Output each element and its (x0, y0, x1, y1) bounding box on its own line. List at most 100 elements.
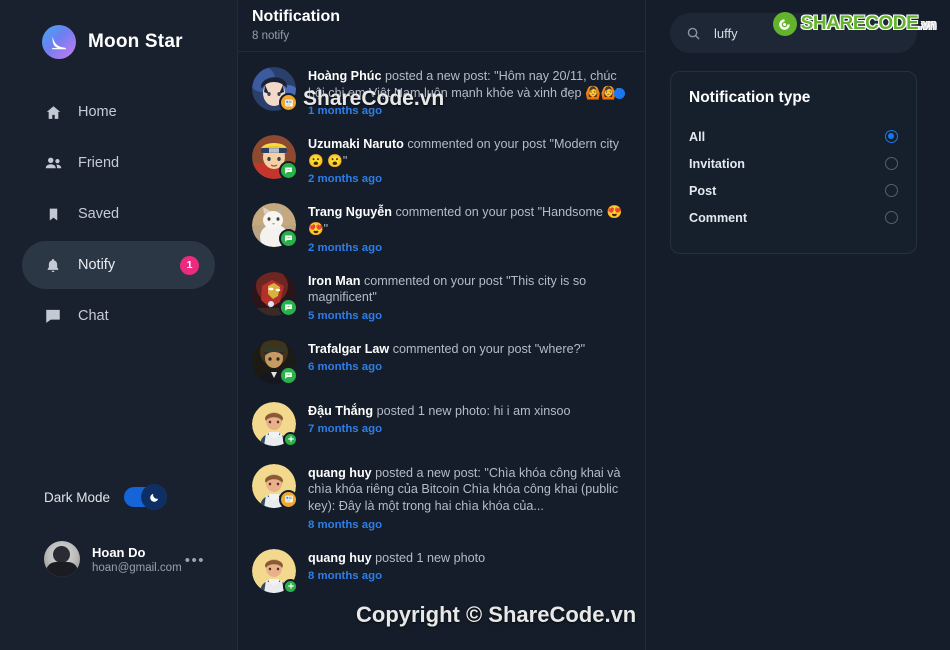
notification-time: 2 months ago (308, 173, 383, 186)
photo-badge-icon (283, 431, 298, 447)
notifications-header: Notification 8 notify (238, 0, 645, 52)
sidebar-item-saved[interactable]: Saved (22, 190, 215, 238)
notification-item[interactable]: Trafalgar Law commented on your post "wh… (238, 331, 645, 393)
notification-type-label: Post (689, 183, 717, 198)
bookmark-icon (42, 203, 64, 225)
avatar-wrap (252, 548, 298, 594)
notification-action: commented on your post "where?" (389, 341, 586, 356)
notification-item[interactable]: quang huy posted 1 new photo 8 months ago (238, 540, 645, 602)
notification-type-option[interactable]: Comment (689, 204, 898, 231)
notification-item[interactable]: Uzumaki Naruto commented on your post "M… (238, 126, 645, 194)
brand-title: Moon Star (88, 31, 183, 52)
post-badge-icon (279, 93, 298, 112)
notification-body: quang huy posted a new post: "Chìa khóa … (308, 464, 633, 531)
notification-time: 7 months ago (308, 423, 383, 436)
sidebar-item-label: Saved (78, 206, 120, 222)
sidebar-item-label: Friend (78, 155, 120, 171)
profile-name: Hoan Do (92, 544, 146, 560)
notification-body: quang huy posted 1 new photo 8 months ago (308, 549, 633, 583)
notification-type-option[interactable]: All (689, 123, 898, 150)
sidebar-item-friend[interactable]: Friend (22, 139, 215, 187)
page-title: Notification (252, 8, 340, 25)
notification-type-options: All Invitation Post Comment (689, 123, 898, 231)
notification-list[interactable]: Hoàng Phúc posted a new post: "Hôm nay 2… (238, 52, 645, 650)
notification-item[interactable]: quang huy posted a new post: "Chìa khóa … (238, 455, 645, 540)
notification-text: quang huy posted a new post: "Chìa khóa … (308, 465, 633, 515)
dark-mode-label: Dark Mode (44, 489, 111, 505)
avatar-wrap (252, 203, 298, 249)
notification-item[interactable]: Iron Man commented on your post "This ci… (238, 263, 645, 331)
notification-user: quang huy (308, 550, 372, 565)
notification-body: Hoàng Phúc posted a new post: "Hôm nay 2… (308, 67, 633, 117)
radio-button[interactable] (885, 130, 898, 143)
comment-badge-icon (279, 161, 298, 181)
photo-badge-icon (283, 578, 298, 594)
sidebar-item-home[interactable]: Home (22, 88, 215, 136)
notification-action: posted 1 new photo: hi i am xinsoo (373, 403, 571, 418)
dark-mode-row: Dark Mode (0, 480, 237, 514)
profile-email: hoan@gmail.com (92, 561, 182, 574)
notification-item[interactable]: Hoàng Phúc posted a new post: "Hôm nay 2… (238, 58, 645, 126)
sidebar-item-label: Chat (78, 308, 109, 324)
notification-body: Trang Nguyễn commented on your post "Han… (308, 203, 633, 253)
unread-dot (614, 88, 625, 99)
notification-time: 6 months ago (308, 361, 383, 374)
moon-icon (142, 485, 167, 509)
notification-text: Uzumaki Naruto commented on your post "M… (308, 136, 633, 169)
notification-type-label: Comment (689, 210, 748, 225)
notification-type-label: Invitation (689, 156, 745, 171)
sidebar: Moon Star Home Friend Saved Notify 1 Cha… (0, 0, 238, 650)
notification-action: posted 1 new photo (371, 550, 486, 565)
notification-user: Hoàng Phúc (308, 69, 382, 83)
dark-mode-toggle[interactable] (124, 485, 167, 509)
notification-type-card: Notification type All Invitation Post Comme… (670, 71, 917, 254)
notification-user: Iron Man (308, 273, 361, 288)
notification-item[interactable]: Đậu Thắng posted 1 new photo: hi i am xi… (238, 393, 645, 455)
home-icon (42, 101, 64, 123)
notification-user: Đậu Thắng (308, 403, 374, 418)
avatar-wrap (252, 271, 298, 317)
notification-time: 8 months ago (308, 518, 383, 531)
notify-badge: 1 (180, 255, 199, 275)
notification-time: 1 months ago (308, 105, 383, 118)
sidebar-item-notify[interactable]: Notify 1 (22, 241, 215, 289)
notification-text: Hoàng Phúc posted a new post: "Hôm nay 2… (308, 68, 633, 101)
notification-user: quang huy (308, 465, 372, 480)
profile-card[interactable]: Hoan Do hoan@gmail.com ••• (0, 530, 237, 588)
notifications-count: 8 notify (252, 30, 290, 42)
radio-button[interactable] (885, 157, 898, 170)
sidebar-nav: Home Friend Saved Notify 1 Chat (0, 88, 237, 343)
sidebar-item-label: Home (78, 104, 117, 120)
notification-type-option[interactable]: Invitation (689, 150, 898, 177)
notification-user: Trafalgar Law (308, 341, 390, 356)
crescent-moon-icon (42, 25, 76, 59)
notification-body: Iron Man commented on your post "This ci… (308, 272, 633, 322)
notification-user: Uzumaki Naruto (308, 137, 404, 152)
radio-button[interactable] (885, 184, 898, 197)
notification-time: 2 months ago (308, 241, 383, 254)
notification-type-title: Notification type (689, 89, 811, 106)
notification-text: quang huy posted 1 new photo (308, 550, 633, 567)
ellipsis-icon[interactable]: ••• (185, 552, 205, 569)
notification-text: Iron Man commented on your post "This ci… (308, 273, 633, 306)
chat-icon (42, 305, 64, 327)
avatar-wrap (252, 135, 298, 181)
sidebar-item-chat[interactable]: Chat (22, 292, 215, 340)
notification-user: Trang Nguyễn (308, 205, 392, 220)
search-input[interactable]: luffy (670, 13, 917, 53)
app-window: Moon Star Home Friend Saved Notify 1 Cha… (0, 0, 950, 650)
avatar-wrap (252, 67, 298, 112)
notification-item[interactable]: Trang Nguyễn commented on your post "Han… (238, 194, 645, 262)
radio-button[interactable] (885, 211, 898, 224)
notification-text: Trafalgar Law commented on your post "wh… (308, 341, 633, 358)
notification-text: Trang Nguyễn commented on your post "Han… (308, 204, 633, 237)
avatar (44, 541, 80, 577)
avatar-wrap (252, 401, 298, 447)
notification-type-option[interactable]: Post (689, 177, 898, 204)
brand[interactable]: Moon Star (0, 0, 237, 66)
search-value: luffy (714, 25, 738, 41)
search-icon (686, 26, 701, 41)
notification-text: Đậu Thắng posted 1 new photo: hi i am xi… (308, 403, 633, 420)
avatar-wrap (252, 339, 298, 385)
